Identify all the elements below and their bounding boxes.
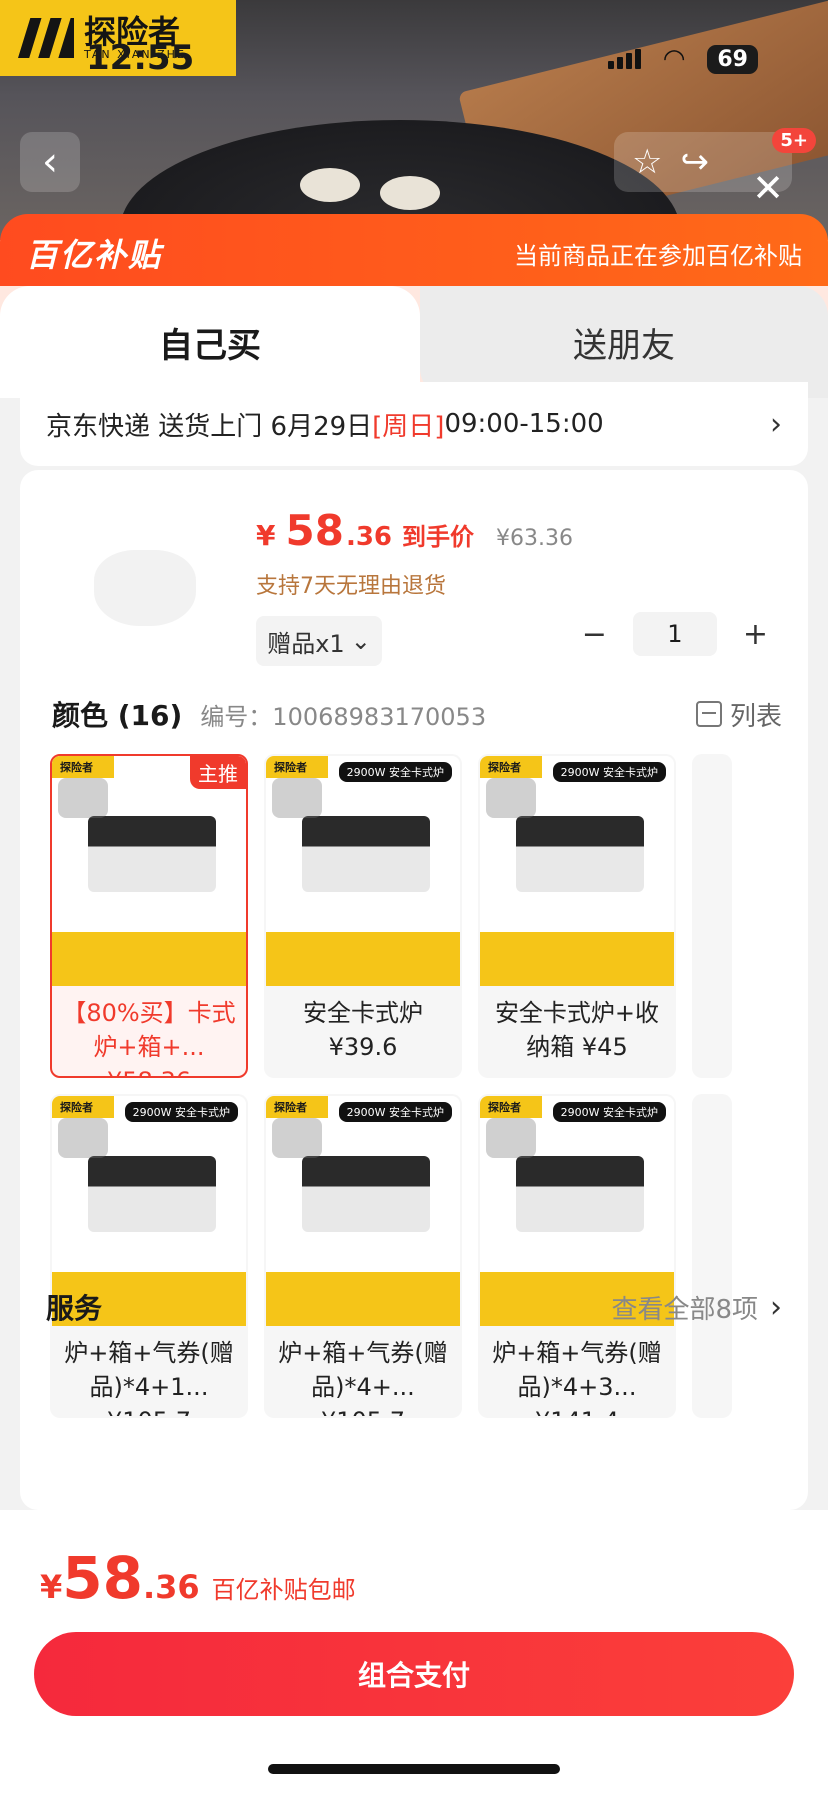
option-stove-image (516, 1156, 644, 1232)
option-stove-image (88, 1156, 216, 1232)
total-currency: ¥ (40, 1568, 63, 1606)
option-spec-tag: 2900W 安全卡式炉 (552, 1102, 666, 1122)
color-option-1[interactable]: 探险者 主推 【80%买】卡式炉+箱+... ¥58.36 (50, 754, 248, 1078)
return-policy-note: 支持7天无理由退货 (256, 574, 446, 599)
services-view-all: 查看全部8项 (611, 1294, 758, 1325)
option-feature-strip (52, 932, 246, 986)
shipping-note: 百亿补贴包邮 (211, 1576, 356, 1604)
delivery-text: 京东快递 送货上门 6月29日 (46, 411, 373, 442)
final-price-label: 到手价 (402, 523, 474, 551)
cart-count-badge: 5+ (772, 128, 816, 153)
color-option-peek[interactable] (692, 1094, 732, 1418)
gift-selector-button[interactable]: 赠品x1 ⌄ (256, 616, 382, 666)
option-stove-image (302, 816, 430, 892)
chevron-down-icon: ⌄ (350, 627, 371, 655)
favorite-star-icon[interactable]: ☆ (632, 142, 662, 182)
combined-pay-button[interactable]: 组合支付 (34, 1632, 794, 1716)
cellular-signal-icon (607, 49, 641, 69)
expand-image-icon[interactable] (272, 778, 322, 818)
quantity-stepper: − 1 + (582, 612, 768, 656)
option-label: 炉+箱+气券(赠品)*4+3... ¥141.4 (492, 1339, 662, 1416)
increase-quantity-button[interactable]: + (743, 617, 768, 652)
option-label: 炉+箱+气券(赠品)*4+1... ¥105.7 (64, 1339, 234, 1416)
recommended-badge: 主推 (190, 756, 246, 789)
option-label: 安全卡式炉+收纳箱 ¥45 (494, 999, 660, 1061)
battery-indicator: 69 (707, 44, 758, 74)
color-option-6[interactable]: 探险者 2900W 安全卡式炉 炉+箱+气券(赠品)*4+3... ¥141.4 (478, 1094, 676, 1418)
expand-image-icon[interactable] (58, 778, 108, 818)
color-option-4[interactable]: 探险者 2900W 安全卡式炉 炉+箱+气券(赠品)*4+1... ¥105.7 (50, 1094, 248, 1418)
subsidy-logo: 百亿补贴 (26, 236, 163, 274)
services-title: 服务 (46, 1292, 103, 1325)
price-currency: ¥ (256, 519, 276, 552)
option-feature-strip (266, 932, 460, 986)
chevron-right-icon: › (770, 1289, 782, 1325)
option-brand-tag: 探险者 (266, 1096, 328, 1118)
sku-number: 编号：10068983170053 (200, 702, 487, 731)
option-brand-tag: 探险者 (52, 1096, 114, 1118)
status-time: 12:55 (86, 38, 195, 78)
chevron-left-icon: ‹ (42, 139, 58, 185)
home-indicator (268, 1764, 560, 1774)
expand-image-icon[interactable] (272, 1118, 322, 1158)
color-section-title: 颜色 (16) (52, 699, 183, 732)
subsidy-note: 当前商品正在参加百亿补贴 (514, 241, 802, 270)
color-option-peek[interactable] (692, 754, 732, 1078)
original-price: ¥63.36 (496, 526, 573, 551)
status-icons: ◠ 69 (607, 44, 758, 74)
option-spec-tag: 2900W 安全卡式炉 (338, 762, 452, 782)
wifi-icon: ◠ (662, 44, 686, 74)
photo-food (380, 176, 440, 210)
delivery-time: 09:00-15:00 (444, 409, 604, 439)
list-view-toggle[interactable]: 列表 (695, 696, 782, 733)
color-section-header: 颜色 (16) 编号：10068983170053 列表 (52, 694, 782, 734)
price-decimal: .36 (345, 522, 392, 552)
expand-image-icon[interactable] (58, 1118, 108, 1158)
option-brand-tag: 探险者 (480, 1096, 542, 1118)
option-brand-tag: 探险者 (52, 756, 114, 778)
brand-mark-icon (18, 18, 74, 58)
decrease-quantity-button[interactable]: − (582, 617, 607, 652)
gift-label: 赠品x1 (267, 629, 345, 658)
checkout-footer: ¥ 58 .36 百亿补贴包邮 组合支付 (0, 1510, 828, 1796)
close-sheet-button[interactable]: ✕ (752, 166, 784, 210)
share-icon[interactable]: ↪ (680, 142, 709, 182)
total-price: ¥ 58 .36 百亿补贴包邮 (40, 1544, 356, 1612)
color-option-3[interactable]: 探险者 2900W 安全卡式炉 安全卡式炉+收纳箱 ¥45 (478, 754, 676, 1078)
option-stove-image (516, 816, 644, 892)
option-label: 安全卡式炉 ¥39.6 (303, 999, 423, 1061)
price-integer: 58 (285, 506, 344, 555)
color-option-2[interactable]: 探险者 2900W 安全卡式炉 安全卡式炉 ¥39.6 (264, 754, 462, 1078)
option-stove-image (88, 816, 216, 892)
list-view-label: 列表 (729, 701, 782, 732)
subsidy-banner: 百亿补贴 当前商品正在参加百亿补贴 (0, 214, 828, 292)
option-spec-tag: 2900W 安全卡式炉 (338, 1102, 452, 1122)
total-integer: 58 (62, 1544, 143, 1612)
total-decimal: .36 (142, 1568, 200, 1606)
services-row[interactable]: 服务 查看全部8项 › (20, 1272, 808, 1342)
purchase-sheet: 百亿补贴 当前商品正在参加百亿补贴 自己买 送朋友 京东快递 送货上门 6月29… (0, 214, 828, 1796)
color-option-5[interactable]: 探险者 2900W 安全卡式炉 炉+箱+气券(赠品)*4+... ¥105.7 (264, 1094, 462, 1418)
option-spec-tag: 2900W 安全卡式炉 (124, 1102, 238, 1122)
quantity-value[interactable]: 1 (632, 612, 717, 656)
option-label: 【80%买】卡式炉+箱+... ¥58.36 (62, 999, 236, 1076)
option-brand-tag: 探险者 (266, 756, 328, 778)
close-icon: ✕ (752, 166, 784, 210)
option-spec-tag: 2900W 安全卡式炉 (552, 762, 666, 782)
back-button[interactable]: ‹ (20, 132, 80, 192)
option-feature-strip (480, 932, 674, 986)
chevron-right-icon: › (770, 406, 782, 442)
expand-image-icon[interactable] (486, 1118, 536, 1158)
option-brand-tag: 探险者 (480, 756, 542, 778)
delivery-info-row[interactable]: 京东快递 送货上门 6月29日 [周日] 09:00-15:00 › (20, 382, 808, 466)
expand-image-icon[interactable] (486, 778, 536, 818)
photo-food (300, 168, 360, 202)
price-row: ¥ 58 .36 到手价 ¥63.36 (256, 506, 573, 555)
product-options-card: ¥ 58 .36 到手价 ¥63.36 支持7天无理由退货 赠品x1 ⌄ − 1… (20, 470, 808, 1510)
option-stove-image (302, 1156, 430, 1232)
option-label: 炉+箱+气券(赠品)*4+... ¥105.7 (278, 1339, 448, 1416)
list-view-icon (695, 701, 722, 727)
product-thumbnail-placeholder (94, 550, 196, 626)
delivery-weekday: [周日] (372, 411, 445, 442)
